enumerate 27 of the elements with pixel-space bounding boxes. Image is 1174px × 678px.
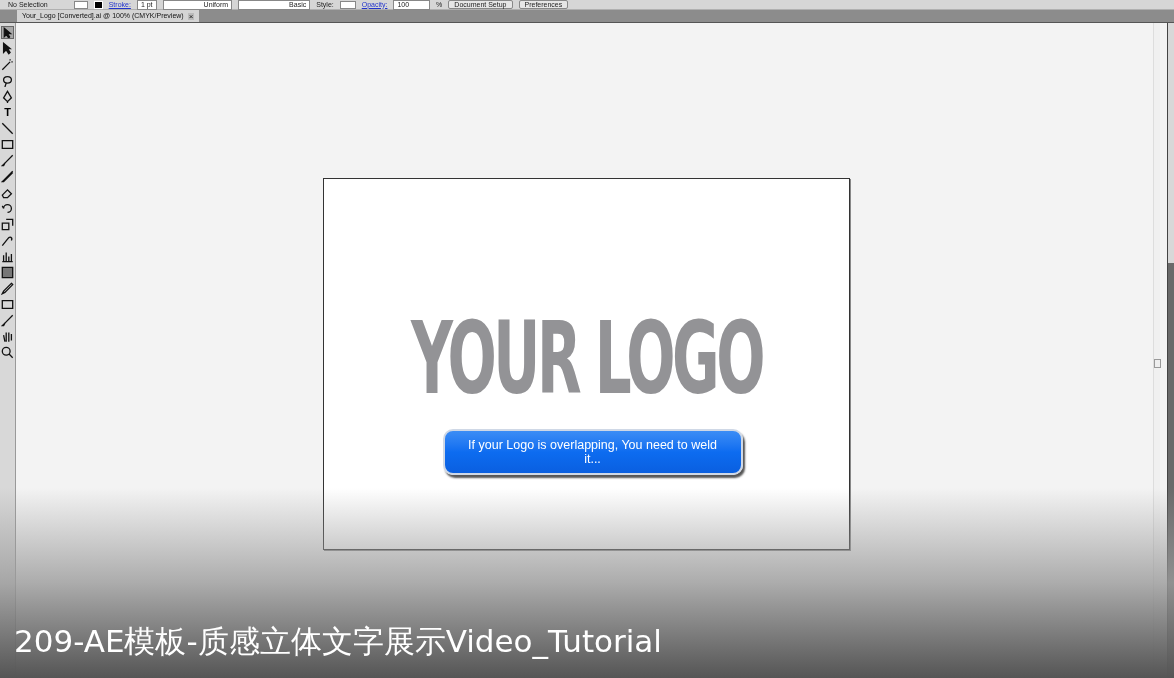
rectangle-icon[interactable]	[1, 298, 14, 311]
line-icon[interactable]	[1, 122, 14, 135]
type-tool[interactable]: T	[1, 106, 14, 119]
pencil-icon[interactable]	[1, 170, 14, 183]
rotate-icon[interactable]	[1, 202, 14, 215]
stroke-swatch[interactable]	[93, 0, 103, 9]
wand-icon[interactable]	[1, 58, 14, 71]
gradient-icon[interactable]	[1, 266, 14, 279]
warp-icon[interactable]	[1, 234, 14, 247]
tab-close-button[interactable]: ×	[187, 12, 195, 20]
arrow-icon[interactable]	[1, 26, 14, 39]
pen-icon[interactable]	[1, 90, 14, 103]
magnifier-icon[interactable]	[1, 346, 14, 359]
brush-icon[interactable]	[1, 314, 14, 327]
video-caption: 209-AE模板-质感立体文字展示Video_Tutorial	[13, 622, 662, 661]
fill-swatch[interactable]	[73, 0, 88, 9]
scale-icon[interactable]	[1, 218, 14, 231]
pointer-icon[interactable]	[1, 42, 14, 55]
callout-box: If your Logo is overlapping, You need to weld it...	[442, 429, 743, 475]
rectangle-icon[interactable]	[1, 138, 14, 151]
scrollbar-thumb[interactable]	[1154, 359, 1161, 368]
lasso-icon[interactable]	[1, 74, 14, 87]
style-dropdown[interactable]	[339, 0, 356, 9]
logo-text: YOUR LOGO	[411, 319, 762, 399]
brush-icon[interactable]	[1, 154, 14, 167]
eraser-icon[interactable]	[1, 186, 14, 199]
graph-icon[interactable]	[1, 250, 14, 263]
